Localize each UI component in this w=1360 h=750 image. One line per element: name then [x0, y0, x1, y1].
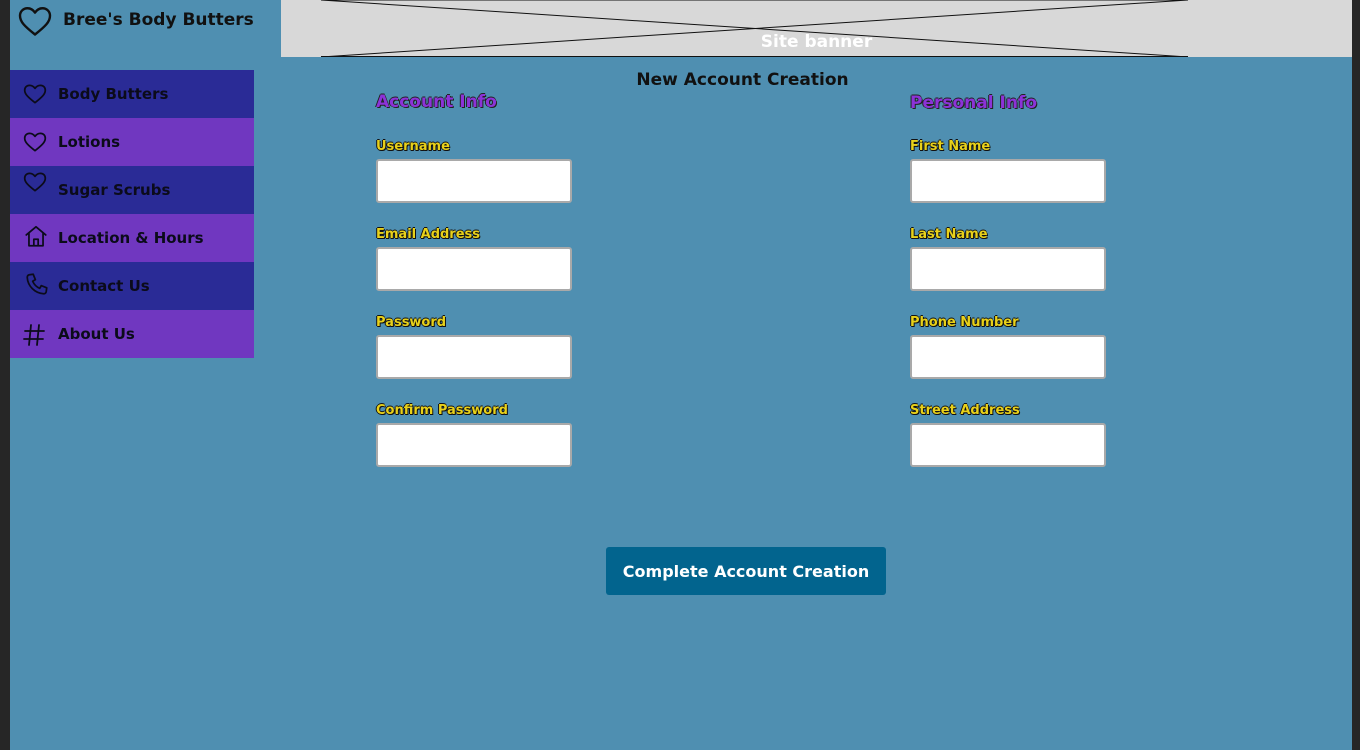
username-input[interactable]	[376, 159, 572, 203]
nav-label: Lotions	[58, 133, 121, 151]
nav-label: About Us	[58, 325, 135, 343]
nav-item-contact-us[interactable]: Contact Us	[10, 262, 254, 310]
nav-label: Contact Us	[58, 277, 150, 295]
first-name-input[interactable]	[910, 159, 1106, 203]
home-icon	[25, 225, 47, 247]
password-input[interactable]	[376, 335, 572, 379]
nav-label: Location & Hours	[58, 229, 204, 247]
email-address-input[interactable]	[376, 247, 572, 291]
nav-item-location-hours[interactable]: Location & Hours	[10, 214, 254, 262]
street-address-input[interactable]	[910, 423, 1106, 467]
phone-number-input[interactable]	[910, 335, 1106, 379]
confirm-password-label: Confirm Password	[376, 403, 508, 418]
hash-icon	[23, 324, 45, 346]
banner-label: Site banner	[760, 32, 873, 52]
heart-icon	[18, 7, 52, 36]
password-label: Password	[376, 315, 447, 330]
account-info-heading: Account Info	[376, 92, 497, 112]
street-address-label: Street Address	[910, 403, 1020, 418]
last-name-input[interactable]	[910, 247, 1106, 291]
last-name-label: Last Name	[910, 227, 988, 242]
page-title: New Account Creation	[636, 70, 849, 90]
nav-item-sugar-scrubs[interactable]: Sugar Scrubs	[10, 166, 254, 214]
phone-icon	[26, 273, 48, 295]
phone-number-label: Phone Number	[910, 315, 1019, 330]
sidebar-nav: Body Butters Lotions Sugar Scrubs Locati…	[10, 70, 254, 358]
nav-label: Sugar Scrubs	[58, 181, 171, 199]
nav-item-lotions[interactable]: Lotions	[10, 118, 254, 166]
site-logo[interactable]: Bree's Body Butters	[10, 0, 281, 57]
nav-item-about-us[interactable]: About Us	[10, 310, 254, 358]
first-name-label: First Name	[910, 139, 991, 154]
heart-icon	[23, 132, 47, 152]
page: Bree's Body Butters Site banner Body But…	[10, 0, 1352, 750]
heart-icon	[23, 172, 47, 192]
complete-account-creation-button[interactable]: Complete Account Creation	[606, 547, 886, 595]
personal-info-heading: Personal Info	[910, 93, 1037, 113]
confirm-password-input[interactable]	[376, 423, 572, 467]
username-label: Username	[376, 139, 450, 154]
site-banner: Site banner	[281, 0, 1352, 57]
email-address-label: Email Address	[376, 227, 481, 242]
brand-name: Bree's Body Butters	[63, 10, 254, 30]
